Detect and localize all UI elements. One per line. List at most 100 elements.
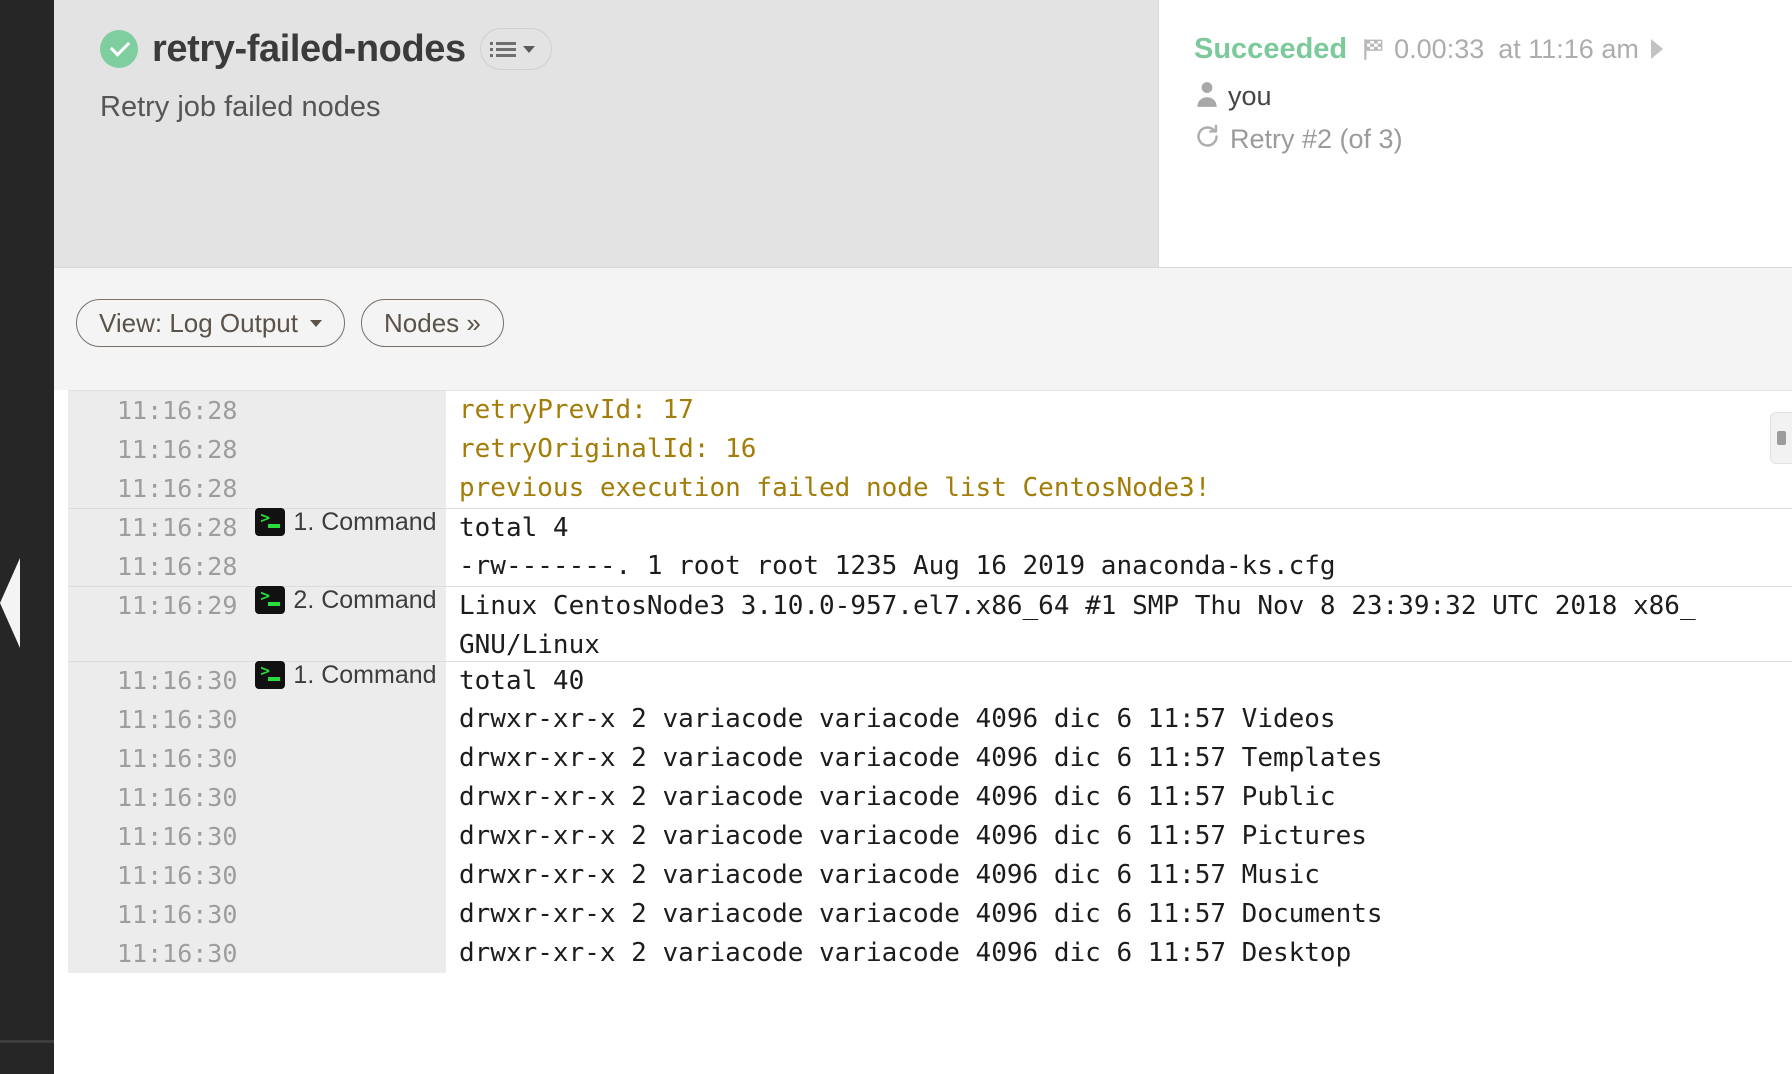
log-row-gutter: 11:16:30 >1. Command (54, 661, 446, 700)
log-row-gutter: 11:16:30 (54, 817, 446, 856)
log-row: 11:16:28 previous execution failed node l… (54, 469, 1792, 508)
log-row: 11:16:30 >1. Command total 40 (54, 661, 1792, 700)
execution-status-block: Succeeded 0.00:33 at 11:16 am you Retry … (1194, 30, 1663, 156)
log-line-text: -rw-------. 1 root root 1235 Aug 16 2019… (459, 551, 1336, 581)
execution-retry-line: Retry #2 (of 3) (1194, 122, 1663, 156)
log-row: 11:16:30 drwxr-xr-x 2 variacode variacode… (54, 700, 1792, 739)
log-timestamp: 11:16:28 (117, 396, 238, 425)
nodes-button[interactable]: Nodes » (361, 299, 504, 347)
log-toolbar: View: Log Output Nodes » (54, 267, 1792, 390)
log-row: 11:16:30 drwxr-xr-x 2 variacode variacode… (54, 934, 1792, 973)
log-timestamp: 11:16:28 (117, 513, 238, 542)
job-description: Retry job failed nodes (100, 91, 381, 123)
user-icon (1194, 80, 1220, 113)
terminal-icon: > (255, 586, 286, 614)
checkered-flag-icon (1361, 36, 1387, 62)
log-row: 11:16:30 drwxr-xr-x 2 variacode variacode… (54, 856, 1792, 895)
command-step-tag[interactable]: >1. Command (255, 661, 437, 689)
command-step-tag[interactable]: >2. Command (255, 586, 437, 614)
log-row: 11:16:30 drwxr-xr-x 2 variacode variacode… (54, 778, 1792, 817)
log-timestamp: 11:16:29 (117, 591, 238, 620)
log-row: 11:16:30 drwxr-xr-x 2 variacode variacode… (54, 817, 1792, 856)
left-nav-rail (0, 0, 54, 1074)
retry-refresh-icon (1194, 123, 1221, 155)
page-title: retry-failed-nodes (152, 28, 466, 70)
log-timestamp: 11:16:30 (117, 744, 238, 773)
execution-page: retry-failed-nodes Retry job failed node… (0, 0, 1792, 1074)
terminal-icon: > (255, 508, 286, 536)
command-step-label: 1. Command (293, 508, 437, 536)
log-line-text: retryPrevId: 17 (459, 395, 694, 425)
log-row-gutter: 11:16:28 (54, 469, 446, 508)
log-line-text: drwxr-xr-x 2 variacode variacode 4096 di… (459, 743, 1383, 773)
log-row: 11:16:29 >2. Command Linux CentosNode3 3.1… (54, 586, 1792, 661)
execution-user: you (1228, 80, 1272, 111)
header-divider (1158, 0, 1159, 267)
log-line-text: drwxr-xr-x 2 variacode variacode 4096 di… (459, 782, 1336, 812)
view-log-output-label: View: Log Output (99, 307, 298, 338)
execution-header: retry-failed-nodes Retry job failed node… (54, 0, 1792, 267)
caret-down-icon (310, 319, 322, 327)
terminal-icon: > (255, 661, 286, 689)
log-timestamp: 11:16:30 (117, 822, 238, 851)
execution-duration: 0.00:33 (1394, 33, 1485, 64)
log-line-text: total 40 (446, 661, 1792, 700)
job-actions-menu-button[interactable] (479, 28, 552, 70)
log-line-text: drwxr-xr-x 2 variacode variacode 4096 di… (459, 704, 1336, 734)
command-step-label: 2. Command (293, 586, 437, 614)
log-line-text: drwxr-xr-x 2 variacode variacode 4096 di… (459, 938, 1352, 968)
log-row-gutter: 11:16:30 (54, 778, 446, 817)
retry-count: Retry #2 (of 3) (1230, 123, 1403, 154)
check-circle-icon (100, 30, 138, 68)
log-timestamp: 11:16:30 (117, 666, 238, 695)
nodes-button-label: Nodes » (384, 307, 481, 338)
log-output-panel: 11:16:28 retryPrevId: 17 11:16:28 retryOrig… (54, 390, 1792, 1074)
list-menu-icon (490, 41, 517, 57)
log-row-gutter: 11:16:30 (54, 739, 446, 778)
log-row-gutter: 11:16:28 (54, 430, 446, 469)
log-row: 11:16:28 >1. Command total 4 (54, 508, 1792, 547)
log-line-text: drwxr-xr-x 2 variacode variacode 4096 di… (459, 860, 1320, 890)
log-row: 11:16:28 retryOriginalId: 16 (54, 430, 1792, 469)
log-timestamp: 11:16:30 (117, 705, 238, 734)
log-row-gutter: 11:16:30 (54, 895, 446, 934)
log-row-gutter: 11:16:28 (54, 547, 446, 586)
log-row-gutter: 11:16:30 (54, 856, 446, 895)
log-row-gutter: 11:16:29 >2. Command (54, 586, 446, 661)
status-badge: Succeeded (1194, 32, 1348, 65)
log-row: 11:16:30 drwxr-xr-x 2 variacode variacode… (54, 739, 1792, 778)
log-timestamp: 11:16:30 (117, 783, 238, 812)
status-summary-line: Succeeded 0.00:33 at 11:16 am (1194, 30, 1663, 68)
chevron-right-icon[interactable] (1650, 39, 1663, 59)
log-timestamp: 11:16:28 (117, 474, 238, 503)
log-row-gutter: 11:16:30 (54, 700, 446, 739)
job-title-row: retry-failed-nodes (100, 27, 552, 71)
log-timestamp: 11:16:30 (117, 939, 238, 968)
log-timestamp: 11:16:30 (117, 861, 238, 890)
log-timestamp: 11:16:28 (117, 552, 238, 581)
toolbar-button-group: View: Log Output Nodes » (76, 299, 504, 347)
log-line-text: previous execution failed node list Cent… (459, 473, 1211, 503)
command-step-label: 1. Command (293, 661, 437, 689)
log-row-gutter: 11:16:28 (54, 391, 446, 430)
log-line-text: drwxr-xr-x 2 variacode variacode 4096 di… (459, 821, 1367, 851)
log-timestamp: 11:16:28 (117, 435, 238, 464)
view-log-output-button[interactable]: View: Log Output (76, 299, 345, 347)
log-line-text: retryOriginalId: 16 (459, 434, 757, 464)
execution-time: at 11:16 am (1498, 33, 1639, 64)
log-line-text: drwxr-xr-x 2 variacode variacode 4096 di… (459, 899, 1383, 929)
log-row: 11:16:28 retryPrevId: 17 (54, 391, 1792, 430)
caret-down-icon (523, 45, 536, 53)
log-row: 11:16:28 -rw-------. 1 root root 1235 Aug… (54, 547, 1792, 586)
command-step-tag[interactable]: >1. Command (255, 508, 437, 536)
log-row-gutter: 11:16:30 (54, 934, 446, 973)
log-row-gutter: 11:16:28 >1. Command (54, 508, 446, 547)
execution-user-line: you (1194, 78, 1663, 114)
log-row: 11:16:30 drwxr-xr-x 2 variacode variacode… (54, 895, 1792, 934)
log-line-text: total 4 (446, 508, 1792, 547)
log-line-text: Linux CentosNode3 3.10.0-957.el7.x86_64 … (446, 586, 1792, 661)
log-row-list: 11:16:28 retryPrevId: 17 11:16:28 retryOrig… (54, 391, 1792, 973)
rail-divider (0, 1040, 54, 1043)
log-timestamp: 11:16:30 (117, 900, 238, 929)
rail-collapse-handle[interactable] (0, 558, 20, 648)
